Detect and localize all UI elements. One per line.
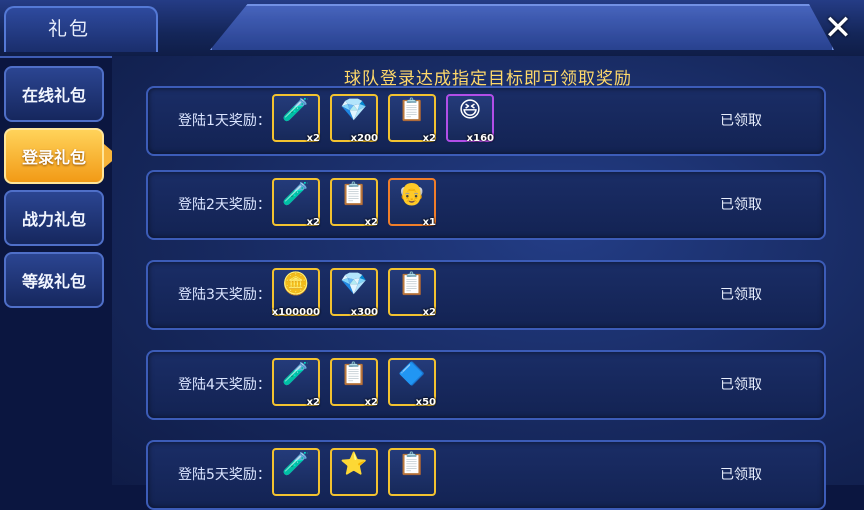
header-plate	[210, 4, 834, 50]
coach-portrait-icon: 👴	[398, 182, 426, 207]
item-quantity: x160	[466, 133, 494, 144]
reward-row: 登陆4天奖励： 🧪 x2 📋 x2 🔷 x50 已领取	[146, 350, 826, 420]
claimed-status: 已领取	[720, 287, 762, 303]
tab-level-gift[interactable]: 等级礼包	[4, 252, 104, 308]
item-quantity: x2	[422, 307, 436, 318]
item-quantity: x100000	[271, 307, 320, 318]
reward-row: 登陆2天奖励： 🧪 x2 📋 x2 👴 x1 已领取	[146, 170, 826, 240]
reward-item[interactable]: 🔷 x50	[388, 358, 436, 408]
reward-row: 登陆5天奖励： 🧪 ⭐ 📋 已领取	[146, 440, 826, 510]
item-quantity: x2	[306, 217, 320, 228]
reward-item[interactable]: 🧪 x2	[272, 94, 320, 144]
green-potion-icon: 🧪	[282, 182, 310, 207]
blue-diamond-icon: 💎	[340, 272, 368, 297]
item-quantity: x200	[350, 133, 378, 144]
header-bar: 礼包 ✕	[0, 0, 864, 58]
reward-item[interactable]: 🪙 x100000	[271, 268, 320, 318]
reward-item[interactable]: 📋 x2	[388, 268, 436, 318]
reward-item[interactable]: 📋 x2	[330, 358, 378, 408]
green-potion-icon: 🧪	[282, 452, 310, 477]
claimed-status: 已领取	[720, 467, 762, 483]
sidebar: 在线礼包 登录礼包 战力礼包 等级礼包	[0, 60, 120, 485]
blue-gem-box-icon: 🔷	[398, 362, 426, 387]
gold-coins-icon: 🪙	[282, 272, 310, 297]
item-quantity: x2	[364, 217, 378, 228]
reward-row: 登陆3天奖励： 🪙 x100000 💎 x300 📋 x2 已领取	[146, 260, 826, 330]
item-quantity: x300	[350, 307, 378, 318]
contract-clipboard-icon: 📋	[398, 272, 426, 297]
item-quantity: x50	[415, 397, 436, 408]
reward-item[interactable]: 📋 x2	[330, 178, 378, 228]
reward-item[interactable]: ⭐	[330, 448, 378, 496]
contract-clipboard-icon: 📋	[340, 182, 368, 207]
reward-item[interactable]: 📋	[388, 448, 436, 496]
green-potion-icon: 🧪	[282, 362, 310, 387]
row-label: 登陆1天奖励：	[178, 113, 271, 129]
item-quantity: x1	[422, 217, 436, 228]
reward-item[interactable]: 📋 x2	[388, 94, 436, 144]
reward-row: 登陆1天奖励： 🧪 x2 💎 x200 📋 x2 😆 x160 已领取	[146, 86, 826, 156]
row-label: 登陆5天奖励：	[178, 467, 271, 483]
row-label: 登陆2天奖励：	[178, 197, 271, 213]
reward-item[interactable]: 🧪	[272, 448, 320, 496]
item-quantity: x2	[306, 397, 320, 408]
page-title: 礼包	[48, 18, 91, 40]
claimed-status: 已领取	[720, 377, 762, 393]
tab-login-gift[interactable]: 登录礼包	[4, 128, 118, 184]
reward-item[interactable]: 💎 x300	[330, 268, 378, 318]
claimed-status: 已领取	[720, 113, 762, 129]
contract-clipboard-icon: 📋	[398, 452, 426, 477]
reward-item[interactable]: 👴 x1	[388, 178, 436, 228]
item-quantity: x2	[364, 397, 378, 408]
row-label: 登陆3天奖励：	[178, 287, 271, 303]
row-label: 登陆4天奖励：	[178, 377, 271, 393]
reward-item[interactable]: 🧪 x2	[272, 358, 320, 408]
reward-item[interactable]: 🧪 x2	[272, 178, 320, 228]
close-button[interactable]: ✕	[816, 6, 860, 50]
item-quantity: x2	[306, 133, 320, 144]
contract-clipboard-icon: 📋	[398, 98, 426, 123]
tab-online-gift[interactable]: 在线礼包	[4, 66, 104, 122]
blue-diamond-icon: 💎	[340, 98, 368, 123]
player-portrait-icon: 😆	[458, 98, 482, 123]
gold-star-icon: ⭐	[340, 452, 368, 477]
reward-item[interactable]: 😆 x160	[446, 94, 494, 144]
reward-panel: 球队登录达成指定目标即可领取奖励 登陆1天奖励： 🧪 x2 💎 x200 📋 x2 😆 x160…	[112, 56, 864, 510]
reward-item[interactable]: 💎 x200	[330, 94, 378, 144]
item-quantity: x2	[422, 133, 436, 144]
contract-clipboard-icon: 📋	[340, 362, 368, 387]
claimed-status: 已领取	[720, 197, 762, 213]
green-potion-icon: 🧪	[282, 98, 310, 123]
tab-power-gift[interactable]: 战力礼包	[4, 190, 104, 246]
